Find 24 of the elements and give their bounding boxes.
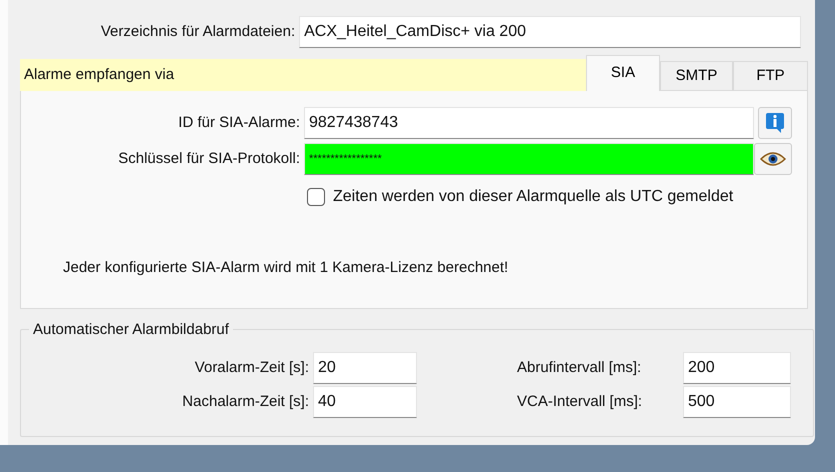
field-label: Nachalarm-Zeit [s]: — [181, 392, 310, 412]
section-banner: Alarme empfangen via — [20, 59, 586, 91]
field-label: Voralarm-Zeit [s]: — [194, 358, 310, 378]
number-field[interactable]: 40 — [313, 386, 417, 418]
note-text: Jeder konfigurierte SIA-Alarm wird mit 1 Kamera-Lizenz berechnet! — [63, 258, 508, 278]
field-label: Schlüssel für SIA-Protokoll: — [117, 148, 301, 169]
show-password-button[interactable] — [754, 143, 792, 175]
tab[interactable]: SIA — [586, 55, 660, 91]
field-label: Verzeichnis für Alarmdateien: — [100, 22, 296, 42]
info-icon — [765, 112, 785, 134]
field-label: VCA-Intervall [ms]: — [516, 392, 644, 412]
utc-checkbox[interactable]: Zeiten werden von dieser Alarmquelle als UTC gemeldet — [307, 185, 807, 209]
tab[interactable]: SMTP — [660, 61, 733, 91]
info-button[interactable] — [758, 107, 792, 139]
key-field[interactable]: ***************** — [304, 143, 754, 175]
id-field[interactable]: 9827438743 — [304, 107, 754, 139]
field-label: ID für SIA-Alarme: — [177, 112, 301, 133]
number-field[interactable]: 500 — [683, 386, 791, 418]
tab[interactable]: FTP — [733, 61, 808, 91]
field-label: Abrufintervall [ms]: — [516, 358, 642, 378]
directory-field[interactable]: ACX_Heitel_CamDisc+ via 200 — [299, 16, 801, 48]
eye-icon — [760, 151, 786, 167]
number-field[interactable]: 20 — [313, 352, 417, 384]
number-field[interactable]: 200 — [683, 352, 791, 384]
